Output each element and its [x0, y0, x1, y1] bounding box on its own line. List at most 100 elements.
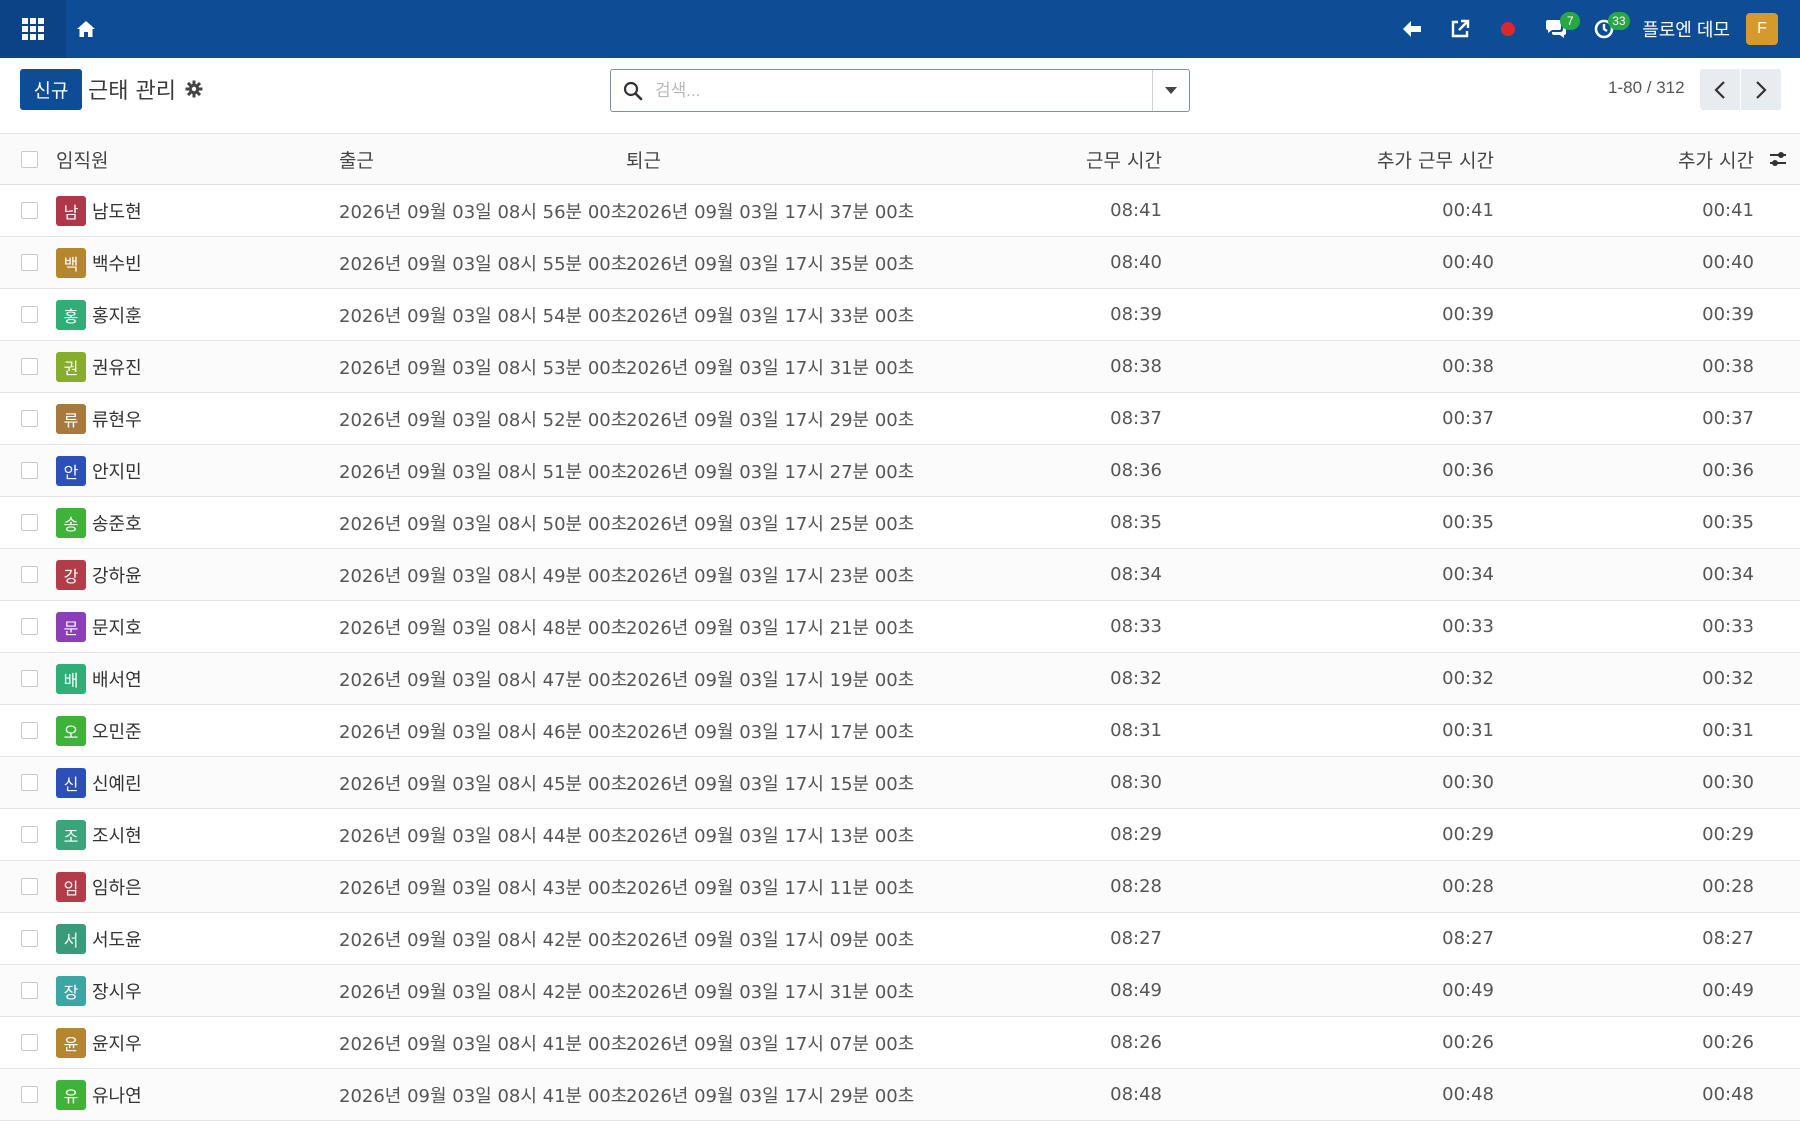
table-row[interactable]: 강 강하윤 2026년 09월 03일 08시 49분 00초 2026년 09월 0…: [0, 549, 1800, 601]
employee-avatar: 홍: [56, 299, 86, 330]
employee-cell[interactable]: 신 신예린: [56, 757, 142, 808]
row-checkbox[interactable]: [20, 670, 38, 687]
pager-value[interactable]: 1-80 / 312: [1608, 78, 1685, 98]
employee-name: 조시현: [92, 825, 142, 847]
employee-cell[interactable]: 홍 홍지훈: [56, 289, 142, 340]
column-header-added-hours[interactable]: 추가 시간: [1678, 134, 1754, 184]
table-row[interactable]: 배 배서연 2026년 09월 03일 08시 47분 00초 2026년 09월 0…: [0, 653, 1800, 705]
row-checkbox[interactable]: [20, 1034, 38, 1051]
employee-avatar: 유: [56, 1079, 86, 1110]
row-checkbox[interactable]: [20, 930, 38, 947]
row-checkbox[interactable]: [20, 254, 38, 271]
table-row[interactable]: 신 신예린 2026년 09월 03일 08시 45분 00초 2026년 09월 0…: [0, 757, 1800, 809]
table-row[interactable]: 홍 홍지훈 2026년 09월 03일 08시 54분 00초 2026년 09월 0…: [0, 289, 1800, 341]
table-row[interactable]: 권 권유진 2026년 09월 03일 08시 53분 00초 2026년 09월 0…: [0, 341, 1800, 393]
employee-cell[interactable]: 서 서도윤: [56, 913, 142, 964]
messages-icon[interactable]: 7: [1532, 0, 1581, 58]
search-options-toggle[interactable]: [1152, 70, 1189, 111]
worked-hours-cell: 08:49: [1110, 980, 1162, 1001]
worked-hours-cell: 08:33: [1110, 616, 1162, 637]
worked-hours-cell: 08:29: [1110, 824, 1162, 845]
column-header-employee[interactable]: 임직원: [56, 134, 108, 184]
select-all-checkbox[interactable]: [20, 150, 38, 168]
added-hours-cell: 00:41: [1702, 200, 1754, 221]
employee-cell[interactable]: 백 백수빈: [56, 237, 142, 288]
row-checkbox[interactable]: [20, 202, 38, 219]
pager-previous-button[interactable]: [1700, 69, 1740, 110]
employee-name: 배서연: [92, 669, 142, 691]
row-checkbox[interactable]: [20, 878, 38, 895]
employee-avatar: 배: [56, 663, 86, 694]
employee-cell[interactable]: 오 오민준: [56, 705, 142, 756]
column-header-check-in[interactable]: 출근: [339, 134, 374, 184]
employee-cell[interactable]: 류 류현우: [56, 393, 142, 444]
search-input[interactable]: [655, 76, 1115, 106]
employee-cell[interactable]: 강 강하윤: [56, 549, 142, 600]
column-header-worked-hours[interactable]: 근무 시간: [1086, 134, 1162, 184]
activities-count-badge: 33: [1608, 12, 1630, 30]
employee-cell[interactable]: 문 문지호: [56, 601, 142, 652]
table-row[interactable]: 백 백수빈 2026년 09월 03일 08시 55분 00초 2026년 09월 0…: [0, 237, 1800, 289]
table-row[interactable]: 송 송준호 2026년 09월 03일 08시 50분 00초 2026년 09월 0…: [0, 497, 1800, 549]
check-out-cell: 2026년 09월 03일 17시 37분 00초: [626, 201, 915, 223]
row-checkbox[interactable]: [20, 566, 38, 583]
check-in-cell: 2026년 09월 03일 08시 44분 00초: [339, 825, 628, 847]
home-icon[interactable]: [66, 0, 106, 58]
table-row[interactable]: 임 임하은 2026년 09월 03일 08시 43분 00초 2026년 09월 0…: [0, 861, 1800, 913]
table-row[interactable]: 문 문지호 2026년 09월 03일 08시 48분 00초 2026년 09월 0…: [0, 601, 1800, 653]
row-checkbox[interactable]: [20, 410, 38, 427]
row-checkbox[interactable]: [20, 514, 38, 531]
table-row[interactable]: 조 조시현 2026년 09월 03일 08시 44분 00초 2026년 09월 0…: [0, 809, 1800, 861]
pager-next-button[interactable]: [1741, 69, 1781, 110]
table-row[interactable]: 오 오민준 2026년 09월 03일 08시 46분 00초 2026년 09월 0…: [0, 705, 1800, 757]
row-checkbox[interactable]: [20, 618, 38, 635]
recording-dot-icon[interactable]: [1484, 0, 1532, 58]
table-header: 임직원 출근 퇴근 근무 시간 추가 근무 시간 추가 시간: [0, 134, 1800, 185]
row-checkbox[interactable]: [20, 1086, 38, 1103]
row-checkbox[interactable]: [20, 774, 38, 791]
check-in-cell: 2026년 09월 03일 08시 41분 00초: [339, 1085, 628, 1107]
column-header-check-out[interactable]: 퇴근: [626, 134, 661, 184]
table-row[interactable]: 류 류현우 2026년 09월 03일 08시 52분 00초 2026년 09월 0…: [0, 393, 1800, 445]
table-row[interactable]: 서 서도윤 2026년 09월 03일 08시 42분 00초 2026년 09월 0…: [0, 913, 1800, 965]
employee-cell[interactable]: 윤 윤지우: [56, 1017, 142, 1068]
table-row[interactable]: 안 안지민 2026년 09월 03일 08시 51분 00초 2026년 09월 0…: [0, 445, 1800, 497]
row-checkbox[interactable]: [20, 306, 38, 323]
worked-hours-cell: 08:34: [1110, 564, 1162, 585]
table-row[interactable]: 유 유나연 2026년 09월 03일 08시 41분 00초 2026년 09월 0…: [0, 1069, 1800, 1121]
table-row[interactable]: 장 장시우 2026년 09월 03일 08시 42분 00초 2026년 09월 0…: [0, 965, 1800, 1017]
employee-cell[interactable]: 안 안지민: [56, 445, 142, 496]
user-name[interactable]: 플로엔 데모: [1642, 16, 1730, 42]
app-menu-icon[interactable]: [0, 0, 66, 58]
employee-name: 안지민: [92, 461, 142, 483]
new-button[interactable]: 신규: [20, 69, 82, 110]
worked-hours-cell: 08:37: [1110, 408, 1162, 429]
row-checkbox[interactable]: [20, 982, 38, 999]
employee-cell[interactable]: 조 조시현: [56, 809, 142, 860]
gear-icon[interactable]: [185, 80, 203, 98]
external-link-icon[interactable]: [1436, 0, 1484, 58]
table-row[interactable]: 윤 윤지우 2026년 09월 03일 08시 41분 00초 2026년 09월 0…: [0, 1017, 1800, 1069]
back-arrow-icon[interactable]: [1388, 0, 1436, 58]
user-avatar[interactable]: F: [1746, 13, 1778, 45]
employee-avatar: 안: [56, 455, 86, 486]
row-checkbox[interactable]: [20, 722, 38, 739]
row-checkbox[interactable]: [20, 358, 38, 375]
employee-cell[interactable]: 유 유나연: [56, 1069, 142, 1120]
employee-cell[interactable]: 배 배서연: [56, 653, 142, 704]
optional-columns-icon[interactable]: [1768, 149, 1788, 169]
extra-hours-cell: 00:35: [1442, 512, 1494, 533]
employee-cell[interactable]: 남 남도현: [56, 185, 142, 236]
row-checkbox[interactable]: [20, 462, 38, 479]
table-row[interactable]: 남 남도현 2026년 09월 03일 08시 56분 00초 2026년 09월 0…: [0, 185, 1800, 237]
added-hours-cell: 00:30: [1702, 772, 1754, 793]
employee-cell[interactable]: 권 권유진: [56, 341, 142, 392]
row-checkbox[interactable]: [20, 826, 38, 843]
employee-cell[interactable]: 장 장시우: [56, 965, 142, 1016]
activity-clock-icon[interactable]: 33: [1580, 0, 1630, 58]
extra-hours-cell: 00:36: [1442, 460, 1494, 481]
employee-cell[interactable]: 송 송준호: [56, 497, 142, 548]
column-header-extra-hours[interactable]: 추가 근무 시간: [1377, 134, 1494, 184]
added-hours-cell: 00:33: [1702, 616, 1754, 637]
employee-cell[interactable]: 임 임하은: [56, 861, 142, 912]
